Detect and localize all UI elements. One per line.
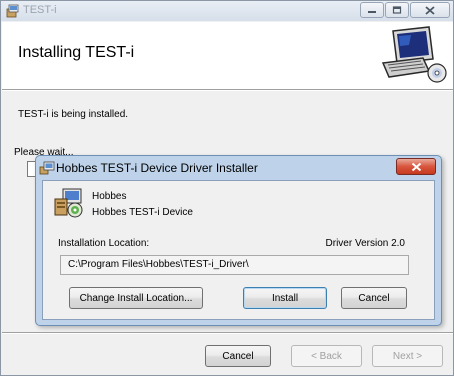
installer-titlebar[interactable]: TEST-i bbox=[1, 1, 453, 21]
maximize-icon bbox=[386, 3, 408, 17]
install-location-label: Installation Location: bbox=[58, 238, 150, 249]
driver-installer-icon bbox=[39, 161, 55, 175]
dialog-cancel-button[interactable]: Cancel bbox=[341, 287, 407, 309]
header-banner: Installing TEST-i bbox=[2, 22, 453, 90]
cancel-button[interactable]: Cancel bbox=[205, 345, 271, 367]
back-button[interactable]: < Back bbox=[291, 345, 362, 367]
install-path-field[interactable]: C:\Program Files\Hobbes\TEST-i_Driver\ bbox=[60, 255, 409, 275]
close-button[interactable] bbox=[410, 2, 450, 18]
minimize-button[interactable] bbox=[360, 2, 384, 18]
computer-cd-icon bbox=[379, 25, 447, 85]
install-button[interactable]: Install bbox=[243, 287, 327, 309]
page-title: Installing TEST-i bbox=[18, 44, 135, 61]
window-title: TEST-i bbox=[23, 4, 57, 16]
footer-divider-highlight bbox=[2, 333, 453, 334]
dialog-content: Hobbes Hobbes TEST-i Device Installation… bbox=[42, 180, 435, 320]
dialog-title: Hobbes TEST-i Device Driver Installer bbox=[56, 161, 258, 175]
next-button[interactable]: Next > bbox=[372, 345, 443, 367]
caption-buttons bbox=[359, 2, 450, 20]
product-name: Hobbes TEST-i Device bbox=[92, 207, 193, 218]
change-install-location-button[interactable]: Change Install Location... bbox=[69, 287, 203, 309]
close-icon bbox=[397, 159, 435, 174]
header-divider bbox=[2, 90, 453, 91]
device-driver-icon bbox=[53, 187, 85, 219]
install-status-text: TEST-i is being installed. bbox=[18, 109, 129, 120]
maximize-button[interactable] bbox=[385, 2, 409, 18]
close-icon bbox=[411, 3, 449, 17]
driver-installer-dialog: Hobbes TEST-i Device Driver Installer Ho… bbox=[35, 155, 442, 326]
dialog-titlebar[interactable]: Hobbes TEST-i Device Driver Installer bbox=[36, 156, 441, 180]
minimize-icon bbox=[361, 3, 383, 17]
installer-icon bbox=[6, 4, 20, 18]
driver-version: Driver Version 2.0 bbox=[325, 238, 405, 249]
dialog-close-button[interactable] bbox=[396, 158, 436, 175]
company-name: Hobbes bbox=[92, 191, 127, 202]
